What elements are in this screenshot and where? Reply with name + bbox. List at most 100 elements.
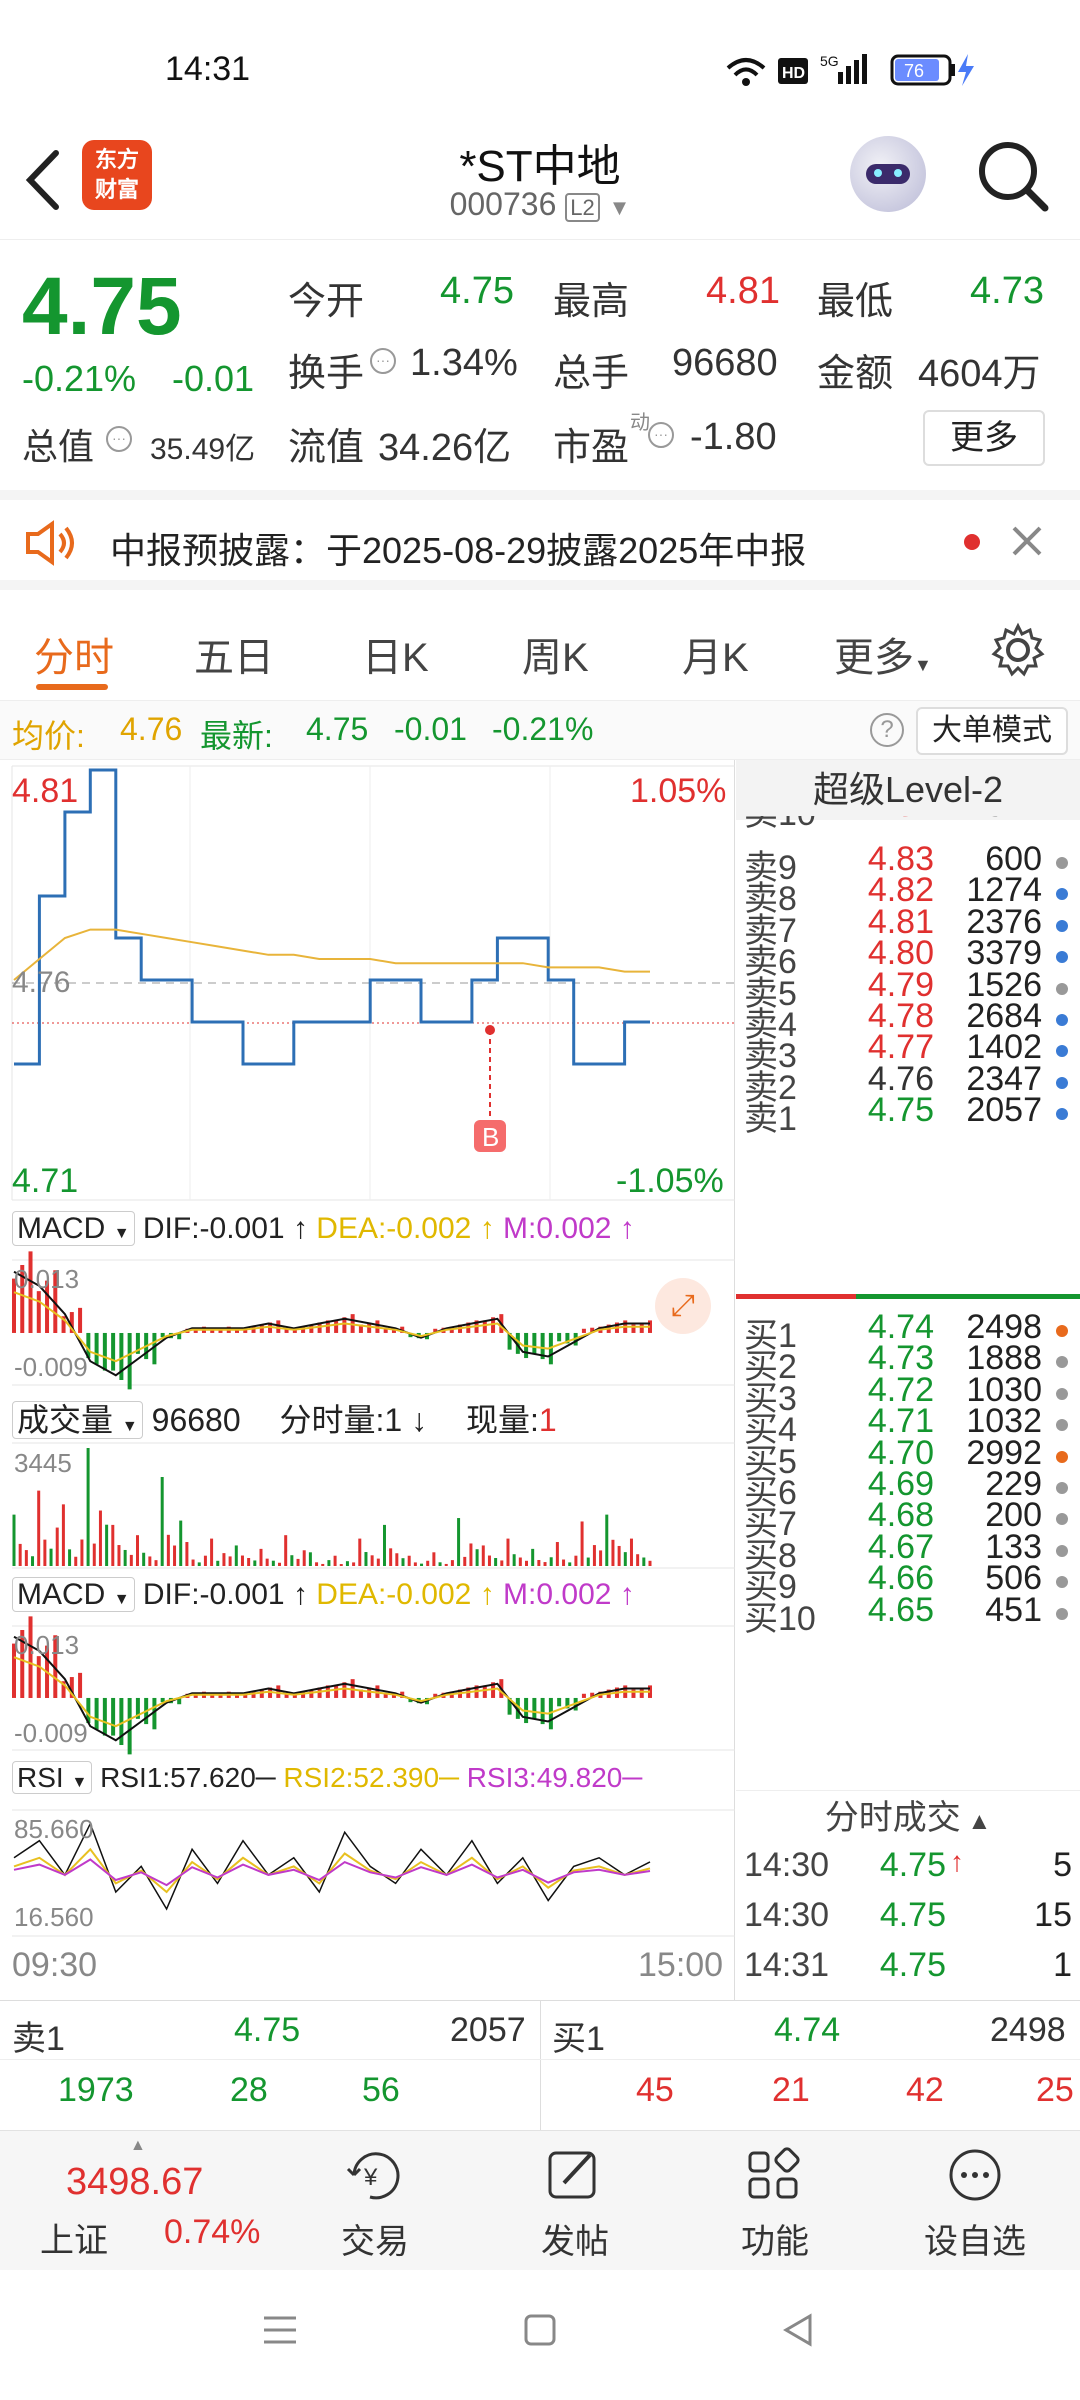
index-name: 上证 <box>40 2222 108 2260</box>
info-icon[interactable]: ··· <box>370 348 396 374</box>
strip-buy-queue-2: 21 <box>772 2071 810 2109</box>
pe-label: 市盈 <box>553 427 630 469</box>
ask-ratio-bar <box>736 1294 856 1299</box>
strip-sell1-vol: 2057 <box>450 2011 526 2049</box>
ticks-header[interactable]: 分时成交 ▲ <box>736 1790 1080 1844</box>
level2-badge: L2 <box>565 193 600 222</box>
pct-axis-bottom: -1.05% <box>616 1162 724 1200</box>
tab-weekly-k[interactable]: 周K <box>522 625 589 683</box>
ask-label: 卖1 <box>744 1100 797 1139</box>
price-axis-bottom: 4.71 <box>12 1162 79 1200</box>
rsi-bottom-label: 16.560 <box>14 1902 94 1932</box>
macd-panel-1 <box>12 1251 735 1390</box>
signal-icon: 5G <box>820 53 867 84</box>
strip-sell1-price: 4.75 <box>234 2011 301 2049</box>
latest-change-pct: -0.21% <box>492 711 594 747</box>
info-icon[interactable]: ··· <box>106 426 132 452</box>
avg-value: 4.76 <box>120 711 183 747</box>
status-bar: 14:31 HD 5G 76 <box>0 0 1080 120</box>
ask-row-9[interactable]: 卖1 4.75 2057 <box>736 1091 1080 1139</box>
bid-row-10[interactable]: 买10 4.65 451 <box>736 1591 1080 1639</box>
bid-indicator-dot <box>1056 1607 1068 1620</box>
open-label: 今开 <box>288 281 365 323</box>
index-ticker[interactable]: ▲ 3498.67 上证 0.74% <box>0 2131 270 2271</box>
macd-dropdown[interactable]: MACD ▼ <box>12 1211 135 1246</box>
strip-sell-queue-3: 56 <box>362 2071 400 2109</box>
ask-indicator-dot <box>1056 919 1068 932</box>
help-icon[interactable]: ? <box>870 713 904 747</box>
low-value: 4.73 <box>970 270 1044 312</box>
macd2-dropdown[interactable]: MACD ▼ <box>12 1577 135 1612</box>
nav-add-watchlist[interactable]: 设自选 <box>885 2145 1065 2263</box>
current-price: 4.75 <box>22 261 182 352</box>
ask-indicator-dot <box>1056 888 1068 901</box>
tick-time: 14:31 <box>744 1946 830 1984</box>
svg-text:5G: 5G <box>820 53 839 69</box>
strip-buy-queue-1: 45 <box>636 2071 674 2109</box>
price-axis-mid: 4.76 <box>12 966 71 999</box>
macd1-top-label: 0.013 <box>14 1264 80 1294</box>
announcement-bar[interactable]: 中报预披露：于2025-08-29披露2025年中报 <box>0 490 1080 590</box>
time-axis-end: 15:00 <box>638 1946 724 1984</box>
bottom-quote-strip: 卖1 4.75 2057 1973 28 56 买1 4.74 2498 45 … <box>0 2000 1080 2131</box>
change-value: -0.01 <box>172 358 255 399</box>
strip-sell-queue-2: 28 <box>230 2071 268 2109</box>
bid-indicator-dot <box>1056 1419 1068 1432</box>
stock-code: 000736 <box>449 186 557 222</box>
more-button[interactable]: 更多 <box>923 410 1045 466</box>
macd-header-1: MACD ▼ DIF:-0.001 ↑ DEA:-0.002 ↑ M:0.002… <box>12 1211 635 1254</box>
tab-daily-k[interactable]: 日K <box>362 625 429 683</box>
bid-indicator-dot <box>1056 1576 1068 1589</box>
bid-ratio-bar <box>856 1294 1080 1299</box>
status-time: 14:31 <box>165 50 251 88</box>
strip-buy1-price: 4.74 <box>774 2011 841 2049</box>
nav-post[interactable]: 发帖 <box>485 2145 665 2263</box>
search-icon[interactable] <box>975 138 1051 214</box>
ask-indicator-dot <box>1056 1045 1068 1058</box>
chart-area[interactable]: B 4.81 1.05% 4.76 4.71 -1.05% MACD ▼ DIF… <box>0 760 735 2000</box>
strip-buy1-vol: 2498 <box>990 2011 1066 2049</box>
avg-price-line <box>13 928 650 981</box>
tick-row: 14:30 4.75 15 <box>736 1896 1080 1944</box>
nav-functions[interactable]: 功能 <box>685 2145 865 2263</box>
level2-title[interactable]: 超级Level-2 <box>736 760 1080 820</box>
chart-info-bar: 均价: 4.76 最新: 4.75 -0.01 -0.21% ? 大单模式 <box>0 700 1080 760</box>
strip-buy-queue-3: 42 <box>906 2071 944 2109</box>
robot-assistant-icon[interactable] <box>850 136 926 212</box>
amount-value: 4604万 <box>918 353 1041 395</box>
bid-indicator-dot <box>1056 1482 1068 1494</box>
price-axis-top: 4.81 <box>12 772 79 810</box>
expand-icon[interactable]: ⤢ <box>655 1278 711 1334</box>
total-mcap: 35.49亿 <box>150 433 256 466</box>
ask-indicator-dot <box>1056 1076 1068 1089</box>
rsi-panel <box>12 1809 735 1937</box>
price-line-series <box>13 768 650 1066</box>
menu-icon[interactable] <box>260 2310 300 2350</box>
tab-more[interactable]: 更多▼ <box>834 625 932 683</box>
big-order-mode-button[interactable]: 大单模式 <box>916 707 1068 755</box>
bid-indicator-dot <box>1056 1513 1068 1526</box>
tab-monthly-k[interactable]: 月K <box>682 625 749 683</box>
ask-indicator-dot <box>1056 857 1068 869</box>
index-pct: 0.74% <box>164 2213 261 2251</box>
ask-indicator-dot <box>1056 1014 1068 1026</box>
gear-icon[interactable] <box>990 622 1046 678</box>
change-pct: -0.21% <box>22 358 137 399</box>
info-icon[interactable]: ··· <box>648 422 674 448</box>
total-mcap-label: 总值 <box>22 426 95 467</box>
tab-5day[interactable]: 五日 <box>194 625 274 683</box>
price-line <box>14 768 650 1066</box>
close-icon[interactable] <box>1008 522 1048 562</box>
volume-dropdown[interactable]: 成交量 ▼ <box>12 1401 143 1439</box>
bottom-nav: ▲ 3498.67 上证 0.74% ¥ 交易 发帖 功能 设自选 <box>0 2130 1080 2270</box>
tick-price: 4.75 <box>879 1896 946 1934</box>
status-icons: HD 5G 76 <box>726 53 974 86</box>
tab-fenshi[interactable]: 分时 <box>34 625 114 683</box>
rsi-dropdown[interactable]: RSI ▼ <box>12 1761 93 1794</box>
back-nav-icon[interactable] <box>778 2310 818 2350</box>
home-icon[interactable] <box>520 2310 560 2350</box>
quote-panel: 4.75 -0.21% -0.01 总值 ··· 35.49亿 今开 4.75 … <box>0 240 1080 490</box>
svg-text:¥: ¥ <box>363 2164 378 2191</box>
marker-point <box>485 1025 495 1035</box>
nav-trade[interactable]: ¥ 交易 <box>285 2145 465 2263</box>
